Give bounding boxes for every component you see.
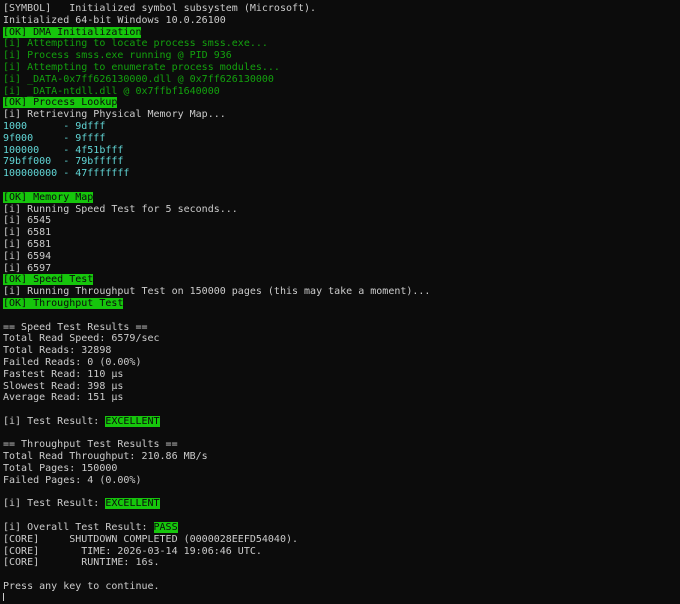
console-line: Average Read: 151 µs	[3, 392, 124, 404]
console-line: Press any key to continue.	[3, 581, 160, 593]
console-line: [CORE] TIME: 2026-03-14 19:06:46 UTC.	[3, 545, 262, 557]
ok-status-line: [OK] DMA Initialization	[3, 26, 677, 39]
console-line: == Throughput Test Results ==	[3, 439, 178, 451]
console-output[interactable]: [SYMBOL] Initialized symbol subsystem (M…	[3, 3, 677, 601]
info-line: [i] Process smss.exe running @ PID 936	[3, 50, 232, 62]
console-line: Failed Reads: 0 (0.00%)	[3, 356, 142, 368]
console-line: [i] 6594	[3, 250, 52, 262]
memory-range-line: 100000000 - 47fffffff	[3, 168, 130, 180]
console-line: Initialized 64-bit Windows 10.0.26100	[3, 14, 226, 26]
ok-status-line: [OK] Throughput Test	[3, 297, 677, 310]
console-line: Total Reads: 32898	[3, 345, 112, 357]
ok-status-badge: [OK] DMA Initialization	[3, 26, 142, 38]
console-line: Failed Pages: 4 (0.00%)	[3, 474, 142, 486]
console-line: Total Read Throughput: 210.86 MB/s	[3, 451, 208, 463]
prompt-line	[3, 592, 677, 601]
ok-status-badge: [OK] Memory Map	[3, 191, 94, 203]
console-line: [i] Retrieving Physical Memory Map...	[3, 109, 226, 121]
test-result-line: [i] Test Result: EXCELLENT	[3, 415, 677, 428]
info-line: [i] _DATA-ntdll.dll @ 0x7ffbf1640000	[3, 85, 220, 97]
console-line: Total Read Speed: 6579/sec	[3, 333, 160, 345]
memory-range-line: 9f000 - 9ffff	[3, 132, 106, 144]
console-line: [CORE] RUNTIME: 16s.	[3, 557, 160, 569]
info-line: [i] Attempting to locate process smss.ex…	[3, 38, 268, 50]
text-cursor	[3, 592, 4, 601]
console-line: Fastest Read: 110 µs	[3, 368, 124, 380]
console-line: == Speed Test Results ==	[3, 321, 148, 333]
console-line: [i] 6597	[3, 262, 52, 274]
ok-status-line: [OK] Speed Test	[3, 274, 677, 286]
test-result-badge: EXCELLENT	[105, 415, 160, 427]
memory-range-line: 1000 - 9dfff	[3, 120, 106, 132]
console-line: [CORE] SHUTDOWN COMPLETED (0000028EEFD54…	[3, 533, 299, 545]
info-line: [i] Attempting to enumerate process modu…	[3, 61, 280, 73]
console-line: Total Pages: 150000	[3, 463, 118, 475]
info-line: [i] _DATA-0x7ff626130000.dll @ 0x7ff6261…	[3, 73, 274, 85]
console-line: [i] 6581	[3, 227, 52, 239]
console-line: [i] Running Speed Test for 5 seconds...	[3, 203, 238, 215]
test-result-badge: EXCELLENT	[105, 498, 160, 510]
ok-status-badge: [OK] Speed Test	[3, 274, 94, 286]
ok-status-badge: [OK] Throughput Test	[3, 297, 124, 309]
test-result-label: [i] Test Result:	[3, 498, 106, 510]
test-result-line: [i] Test Result: EXCELLENT	[3, 498, 677, 510]
ok-status-line: [OK] Memory Map	[3, 191, 677, 204]
console-line: Slowest Read: 398 µs	[3, 380, 124, 392]
ok-status-badge: [OK] Process Lookup	[3, 97, 118, 109]
memory-range-line: 100000 - 4f51bfff	[3, 144, 124, 156]
console-line: [i] 6581	[3, 238, 52, 250]
memory-range-line: 79bff000 - 79bfffff	[3, 156, 124, 168]
console-line: [i] Running Throughput Test on 150000 pa…	[3, 286, 431, 298]
test-result-line: [i] Overall Test Result: PASS	[3, 522, 677, 534]
console-line: [SYMBOL] Initialized symbol subsystem (M…	[3, 3, 317, 14]
ok-status-line: [OK] Process Lookup	[3, 97, 677, 109]
test-result-label: [i] Overall Test Result:	[3, 522, 154, 534]
test-result-badge: PASS	[153, 522, 178, 534]
test-result-label: [i] Test Result:	[3, 415, 106, 427]
console-line: [i] 6545	[3, 215, 52, 227]
